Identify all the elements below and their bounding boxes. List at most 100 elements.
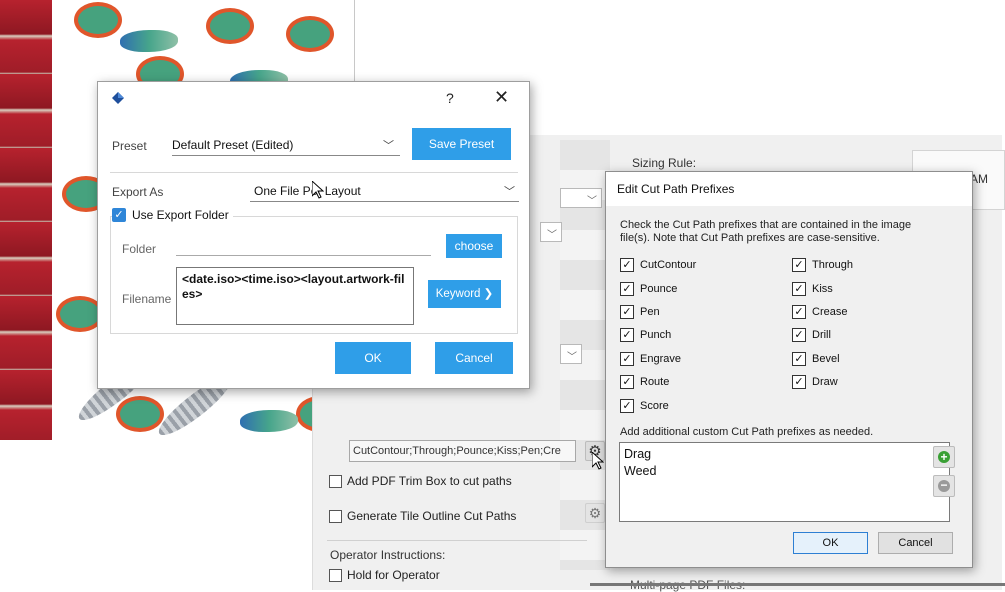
export-as-label: Export As xyxy=(112,185,164,199)
checkmark-icon[interactable]: ✓ xyxy=(620,258,634,272)
prefix-label: Engrave xyxy=(640,353,681,365)
prefix-checkbox[interactable]: ✓ CutContour xyxy=(620,258,696,272)
export-as-value: One File Per Layout xyxy=(254,184,361,198)
prefix-checkbox[interactable]: ✓ Pen xyxy=(620,305,660,319)
prefix-label: CutContour xyxy=(640,259,697,271)
prefix-checkbox[interactable]: ✓ Engrave xyxy=(620,352,681,366)
divider xyxy=(590,583,1005,586)
prefix-checkbox[interactable]: ✓ Score xyxy=(620,399,669,413)
prefix-label: Score xyxy=(640,400,669,412)
sizing-rule-label: Sizing Rule: xyxy=(632,156,697,170)
use-export-folder-checkbox[interactable]: ✓ Use Export Folder xyxy=(112,208,233,222)
ok-button[interactable]: OK xyxy=(335,342,411,374)
prefix-label: Draw xyxy=(812,376,838,388)
checkmark-icon[interactable]: ✓ xyxy=(792,375,806,389)
checkmark-icon[interactable]: ✓ xyxy=(620,282,634,296)
prefix-checkbox[interactable]: ✓ Through xyxy=(792,258,853,272)
edit-cut-path-prefixes-dialog: Edit Cut Path Prefixes Check the Cut Pat… xyxy=(605,171,973,568)
divider xyxy=(110,172,518,173)
preset-dropdown[interactable]: Default Preset (Edited) ﹀ xyxy=(172,134,400,156)
export-as-dropdown[interactable]: One File Per Layout ﹀ xyxy=(250,180,519,202)
hold-for-operator-checkbox[interactable]: Hold for Operator xyxy=(329,568,440,582)
prefix-label: Crease xyxy=(812,306,848,318)
frog-artwork xyxy=(78,6,118,34)
prefix-checkbox[interactable]: ✓ Route xyxy=(620,375,669,389)
preset-value: Default Preset (Edited) xyxy=(172,138,294,152)
add-custom-prefixes-label: Add additional custom Cut Path prefixes … xyxy=(620,426,874,438)
operator-instructions-label: Operator Instructions: xyxy=(330,548,446,562)
label-strip-artwork xyxy=(0,0,52,440)
background-dropdown[interactable]: ﹀ xyxy=(560,188,602,208)
checkbox-box[interactable] xyxy=(329,474,342,488)
prefix-checkbox[interactable]: ✓ Kiss xyxy=(792,282,833,296)
background-dropdown[interactable]: ﹀ xyxy=(540,222,562,242)
prefix-label: Through xyxy=(812,259,853,271)
gear-icon[interactable]: ⚙ xyxy=(585,503,605,523)
divider xyxy=(327,540,587,541)
add-trim-box-checkbox[interactable]: Add PDF Trim Box to cut paths xyxy=(329,474,512,488)
preset-label: Preset xyxy=(112,139,147,153)
background-dropdown[interactable]: ﹀ xyxy=(560,344,582,364)
prefix-checkbox[interactable]: ✓ Crease xyxy=(792,305,847,319)
mouse-cursor-icon xyxy=(592,452,604,470)
prefix-label: Bevel xyxy=(812,353,840,365)
frog-artwork xyxy=(210,12,250,40)
frog-artwork xyxy=(120,400,160,428)
add-trim-box-label: Add PDF Trim Box to cut paths xyxy=(347,474,512,488)
checkmark-icon[interactable]: ✓ xyxy=(620,399,634,413)
checkbox-box[interactable] xyxy=(329,509,342,523)
folder-input[interactable] xyxy=(176,255,431,256)
prefix-label: Punch xyxy=(640,329,672,341)
chevron-down-icon: ﹀ xyxy=(504,186,515,198)
generate-tile-outline-checkbox[interactable]: Generate Tile Outline Cut Paths xyxy=(329,509,516,523)
cut-path-prefix-field[interactable]: CutContour;Through;Pounce;Kiss;Pen;Cre xyxy=(349,440,576,462)
cancel-button[interactable]: Cancel xyxy=(878,532,953,554)
checkmark-icon[interactable]: ✓ xyxy=(792,305,806,319)
generate-tile-label: Generate Tile Outline Cut Paths xyxy=(347,509,517,523)
choose-folder-button[interactable]: choose xyxy=(446,234,502,258)
prefix-label: Drill xyxy=(812,329,831,341)
filename-input[interactable]: <date.iso><time.iso><layout.artwork-file… xyxy=(176,267,414,325)
checkmark-icon[interactable]: ✓ xyxy=(792,328,806,342)
prefix-checkbox[interactable]: ✓ Bevel xyxy=(792,352,840,366)
checkmark-icon[interactable]: ✓ xyxy=(620,328,634,342)
checkbox-box[interactable] xyxy=(329,568,342,582)
minus-icon: − xyxy=(938,479,950,492)
custom-prefix-line: Weed xyxy=(624,464,657,478)
prefix-label: Kiss xyxy=(812,283,833,295)
chevron-down-icon: ﹀ xyxy=(383,140,394,152)
hold-for-operator-label: Hold for Operator xyxy=(347,568,440,582)
cancel-button[interactable]: Cancel xyxy=(435,342,513,374)
close-icon[interactable]: ✕ xyxy=(494,87,509,108)
app-logo-icon xyxy=(112,92,124,104)
custom-prefixes-textarea[interactable]: Drag Weed xyxy=(619,442,950,522)
mouse-cursor-icon xyxy=(312,181,324,199)
hummingbird-artwork xyxy=(240,410,298,432)
keyword-button[interactable]: Keyword ❯ xyxy=(428,280,501,308)
prefix-label: Route xyxy=(640,376,670,388)
checkmark-icon[interactable]: ✓ xyxy=(792,282,806,296)
checkmark-icon[interactable]: ✓ xyxy=(792,352,806,366)
hummingbird-artwork xyxy=(120,30,178,52)
dialog-description: Check the Cut Path prefixes that are con… xyxy=(620,219,912,244)
dialog-title: Edit Cut Path Prefixes xyxy=(617,182,735,196)
plus-icon: + xyxy=(938,451,950,463)
help-button[interactable]: ? xyxy=(446,90,454,106)
checkmark-icon[interactable]: ✓ xyxy=(620,305,634,319)
prefix-checkbox[interactable]: ✓ Draw xyxy=(792,375,838,389)
custom-prefix-line: Drag xyxy=(624,447,652,461)
prefix-checkbox[interactable]: ✓ Drill xyxy=(792,328,831,342)
checkmark-icon[interactable]: ✓ xyxy=(620,375,634,389)
prefix-checkbox[interactable]: ✓ Punch xyxy=(620,328,671,342)
folder-label: Folder xyxy=(122,242,157,256)
checkmark-icon[interactable]: ✓ xyxy=(792,258,806,272)
checkmark-icon[interactable]: ✓ xyxy=(620,352,634,366)
export-dialog: ? ✕ Preset Default Preset (Edited) ﹀ Sav… xyxy=(97,81,530,389)
remove-prefix-button[interactable]: − xyxy=(933,475,955,497)
save-preset-button[interactable]: Save Preset xyxy=(412,128,511,160)
use-export-folder-label: Use Export Folder xyxy=(132,208,229,222)
checkmark-icon[interactable]: ✓ xyxy=(112,208,126,222)
prefix-checkbox[interactable]: ✓ Pounce xyxy=(620,282,677,296)
add-prefix-button[interactable]: + xyxy=(933,446,955,468)
ok-button[interactable]: OK xyxy=(793,532,868,554)
